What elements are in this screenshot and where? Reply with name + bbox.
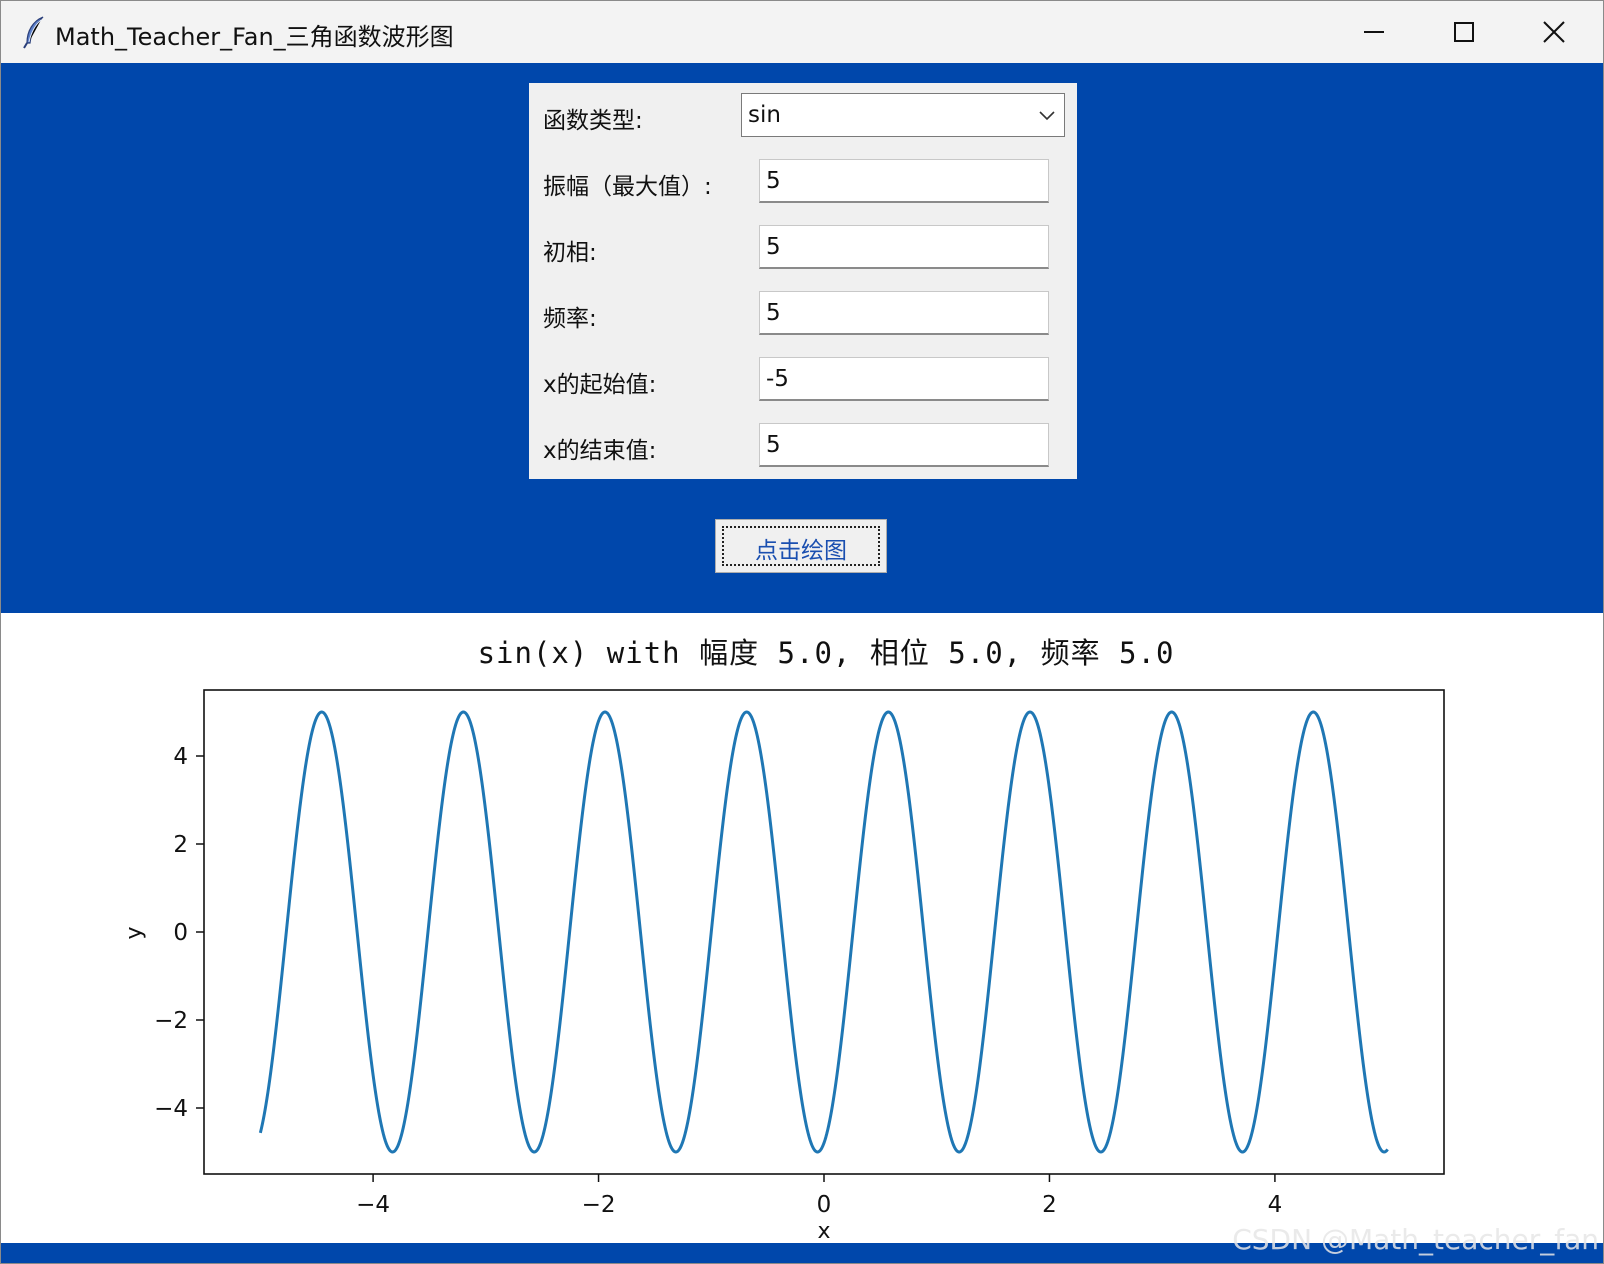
x-start-input[interactable]: [759, 357, 1049, 401]
y-tick-label: −2: [154, 1008, 188, 1034]
feather-icon: [23, 16, 44, 49]
control-area: 函数类型: sin 振幅（最大值）: 初相: 频率: x的起始值: x的结束值:…: [1, 63, 1603, 613]
plot-canvas: sin(x) with 幅度 5.0, 相位 5.0, 频率 5.0 −4 −2 0…: [1, 613, 1603, 1244]
minimize-button[interactable]: [1329, 1, 1419, 63]
sine-chart: sin(x) with 幅度 5.0, 相位 5.0, 频率 5.0 −4 −2 0…: [122, 636, 1445, 1244]
func-type-value: sin: [748, 102, 781, 128]
x-tick-label: 4: [1268, 1192, 1283, 1218]
frequency-label: 频率:: [543, 306, 597, 332]
x-end-input[interactable]: [759, 423, 1049, 467]
minimize-icon: [1364, 31, 1384, 33]
parameter-form: 函数类型: sin 振幅（最大值）: 初相: 频率: x的起始值: x的结束值:: [529, 83, 1077, 479]
y-tick-label: −4: [154, 1096, 188, 1122]
plot-button[interactable]: 点击绘图: [715, 519, 887, 573]
x-axis-label: x: [817, 1219, 830, 1243]
maximize-icon: [1454, 22, 1474, 42]
chart-title: sin(x) with 幅度 5.0, 相位 5.0, 频率 5.0: [478, 636, 1175, 670]
close-icon: [1543, 21, 1565, 43]
x-tick-label: −2: [582, 1192, 616, 1218]
maximize-button[interactable]: [1419, 1, 1509, 63]
app-window: Math_Teacher_Fan_三角函数波形图 函数类型: sin 振幅（最大…: [0, 0, 1604, 1264]
x-start-label: x的起始值:: [543, 372, 657, 398]
y-tick-label: 4: [173, 744, 188, 770]
amplitude-label: 振幅（最大值）:: [543, 174, 712, 200]
y-axis-label: y: [122, 926, 147, 939]
y-tick-label: 2: [173, 832, 188, 858]
phase-label: 初相:: [543, 240, 597, 266]
title-bar: Math_Teacher_Fan_三角函数波形图: [1, 1, 1603, 63]
x-tick-label: −4: [356, 1192, 390, 1218]
x-tick-label: 2: [1042, 1192, 1057, 1218]
x-end-label: x的结束值:: [543, 438, 657, 464]
watermark: CSDN @Math_teacher_fan: [1232, 1223, 1599, 1256]
amplitude-input[interactable]: [759, 159, 1049, 203]
chevron-down-icon[interactable]: [1038, 108, 1056, 122]
x-tick-label: 0: [817, 1192, 832, 1218]
frequency-input[interactable]: [759, 291, 1049, 335]
plot-button-label: 点击绘图: [755, 538, 847, 564]
window-title: Math_Teacher_Fan_三角函数波形图: [55, 23, 454, 51]
func-type-label: 函数类型:: [543, 108, 643, 134]
sine-series-line: [258, 710, 1389, 1154]
close-button[interactable]: [1509, 1, 1599, 63]
y-tick-label: 0: [173, 920, 188, 946]
func-type-combobox[interactable]: sin: [741, 93, 1065, 137]
phase-input[interactable]: [759, 225, 1049, 269]
